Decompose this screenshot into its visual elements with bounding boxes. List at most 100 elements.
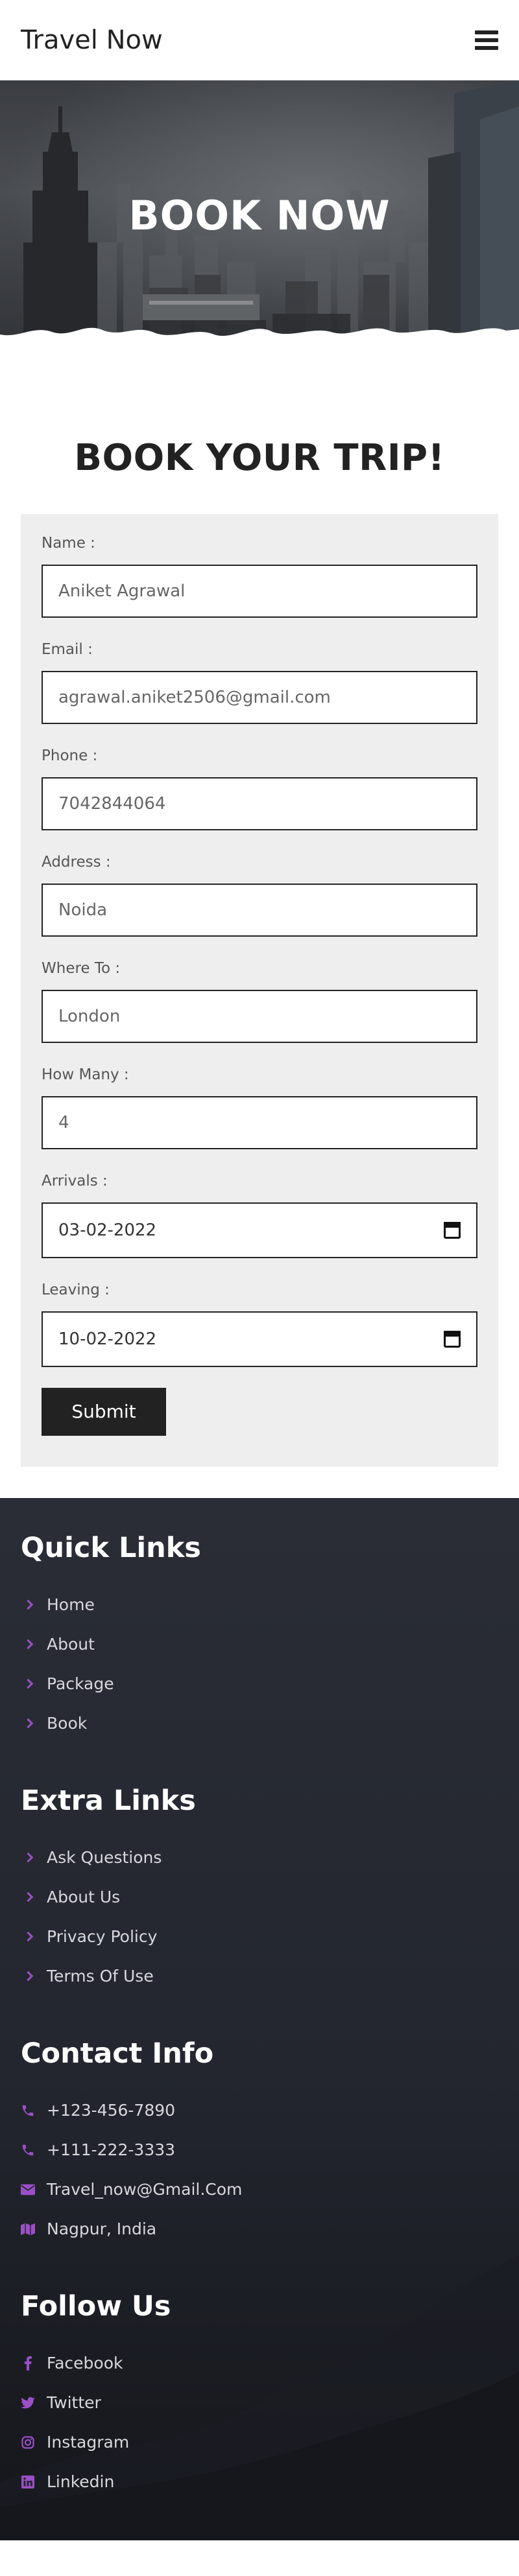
footer-link-label: Home bbox=[47, 1595, 95, 1614]
chevron-right-icon bbox=[21, 1931, 35, 1942]
extra-links-column: Extra Links Ask Questions About Us Priva… bbox=[21, 1785, 498, 1996]
address-field-group: Address : Noida bbox=[42, 854, 477, 937]
phone-value: 7042844064 bbox=[58, 794, 166, 814]
linkedin-icon bbox=[21, 2475, 35, 2488]
footer-link-book[interactable]: Book bbox=[21, 1704, 498, 1743]
leaving-date-input[interactable]: 10-02-2022 bbox=[42, 1311, 477, 1367]
site-header: Travel Now bbox=[0, 0, 519, 80]
footer-link-terms[interactable]: Terms Of Use bbox=[21, 1956, 498, 1996]
arrival-label: Arrivals : bbox=[42, 1173, 108, 1189]
map-icon bbox=[21, 2223, 35, 2236]
email-value: agrawal.aniket2506@gmail.com bbox=[58, 688, 331, 707]
chevron-right-icon bbox=[21, 1639, 35, 1650]
contact-phone-1[interactable]: +123-456-7890 bbox=[21, 2090, 498, 2130]
footer-link-label: Book bbox=[47, 1714, 88, 1733]
leaving-value: 10-02-2022 bbox=[58, 1329, 157, 1349]
destination-input[interactable]: London bbox=[42, 990, 477, 1043]
address-value: Noida bbox=[58, 900, 108, 920]
guests-value: 4 bbox=[58, 1113, 69, 1132]
social-link-instagram[interactable]: Instagram bbox=[21, 2422, 498, 2462]
phone-icon bbox=[21, 2103, 35, 2118]
menu-bar bbox=[475, 30, 498, 34]
menu-bar bbox=[475, 38, 498, 42]
name-value: Aniket Agrawal bbox=[58, 581, 186, 601]
booking-form: Name : Aniket Agrawal Email : agrawal.an… bbox=[21, 514, 498, 1467]
site-logo[interactable]: Travel Now bbox=[21, 25, 163, 55]
submit-button[interactable]: Submit bbox=[42, 1388, 166, 1436]
email-input[interactable]: agrawal.aniket2506@gmail.com bbox=[42, 671, 477, 724]
guests-label: How Many : bbox=[42, 1066, 129, 1083]
footer-link-label: Package bbox=[47, 1674, 114, 1693]
contact-phone-2[interactable]: +111-222-3333 bbox=[21, 2130, 498, 2170]
address-input[interactable]: Noida bbox=[42, 884, 477, 937]
footer-link-label: Terms Of Use bbox=[47, 1967, 154, 1985]
footer-link-package[interactable]: Package bbox=[21, 1664, 498, 1704]
phone-icon bbox=[21, 2143, 35, 2157]
facebook-icon bbox=[21, 2356, 35, 2371]
follow-us-title: Follow Us bbox=[21, 2290, 171, 2323]
chevron-right-icon bbox=[21, 1599, 35, 1610]
twitter-icon bbox=[21, 2396, 35, 2409]
social-link-twitter[interactable]: Twitter bbox=[21, 2383, 498, 2422]
hamburger-icon[interactable] bbox=[475, 30, 498, 50]
contact-text: Travel_now@Gmail.Com bbox=[47, 2180, 243, 2199]
contact-text: +123-456-7890 bbox=[47, 2101, 176, 2120]
address-label: Address : bbox=[42, 854, 111, 871]
footer-link-label: Privacy Policy bbox=[47, 1927, 158, 1946]
guests-field-group: How Many : 4 bbox=[42, 1066, 477, 1149]
social-link-facebook[interactable]: Facebook bbox=[21, 2343, 498, 2383]
name-input[interactable]: Aniket Agrawal bbox=[42, 565, 477, 618]
destination-label: Where To : bbox=[42, 960, 121, 977]
envelope-icon bbox=[21, 2184, 35, 2195]
footer-link-label: About bbox=[47, 1635, 95, 1654]
phone-label: Phone : bbox=[42, 747, 98, 764]
calendar-icon[interactable] bbox=[444, 1331, 461, 1348]
contact-text: +111-222-3333 bbox=[47, 2140, 176, 2159]
name-field-group: Name : Aniket Agrawal bbox=[42, 535, 477, 618]
hero-banner: BOOK NOW bbox=[0, 80, 519, 359]
footer-link-about[interactable]: About bbox=[21, 1624, 498, 1664]
footer-link-label: About Us bbox=[47, 1888, 121, 1906]
phone-field-group: Phone : 7042844064 bbox=[42, 747, 477, 830]
chevron-right-icon bbox=[21, 1852, 35, 1863]
instagram-icon bbox=[21, 2435, 35, 2449]
destination-value: London bbox=[58, 1007, 121, 1026]
arrival-value: 03-02-2022 bbox=[58, 1221, 157, 1240]
calendar-icon[interactable] bbox=[444, 1222, 461, 1239]
name-label: Name : bbox=[42, 535, 95, 552]
chevron-right-icon bbox=[21, 1718, 35, 1729]
social-label: Instagram bbox=[47, 2433, 130, 2452]
social-label: Facebook bbox=[47, 2354, 123, 2372]
email-field-group: Email : agrawal.aniket2506@gmail.com bbox=[42, 641, 477, 724]
social-link-linkedin[interactable]: Linkedin bbox=[21, 2462, 498, 2501]
chevron-right-icon bbox=[21, 1891, 35, 1903]
quick-links-title: Quick Links bbox=[21, 1532, 201, 1564]
destination-field-group: Where To : London bbox=[42, 960, 477, 1043]
footer-link-privacy-policy[interactable]: Privacy Policy bbox=[21, 1917, 498, 1956]
chevron-right-icon bbox=[21, 1971, 35, 1982]
guests-input[interactable]: 4 bbox=[42, 1096, 477, 1149]
quick-links-column: Quick Links Home About Package Book bbox=[21, 1532, 498, 1743]
social-label: Linkedin bbox=[47, 2472, 115, 2491]
leaving-field-group: Leaving : 10-02-2022 bbox=[42, 1282, 477, 1367]
booking-section: BOOK YOUR TRIP! Name : Aniket Agrawal Em… bbox=[0, 359, 519, 1498]
menu-bar bbox=[475, 46, 498, 50]
footer-link-label: Ask Questions bbox=[47, 1848, 162, 1867]
chevron-right-icon bbox=[21, 1678, 35, 1689]
footer-link-ask-questions[interactable]: Ask Questions bbox=[21, 1838, 498, 1877]
hero-title: BOOK NOW bbox=[128, 192, 391, 239]
contact-email[interactable]: Travel_now@Gmail.Com bbox=[21, 2170, 498, 2209]
footer-link-home[interactable]: Home bbox=[21, 1585, 498, 1624]
contact-address[interactable]: Nagpur, India bbox=[21, 2209, 498, 2249]
extra-links-title: Extra Links bbox=[21, 1785, 196, 1817]
email-label: Email : bbox=[42, 641, 93, 658]
phone-input[interactable]: 7042844064 bbox=[42, 777, 477, 830]
follow-us-column: Follow Us Facebook Twitter Instagram Lin… bbox=[21, 2290, 498, 2501]
site-footer: Quick Links Home About Package Book Extr… bbox=[0, 1498, 519, 2540]
footer-link-about-us[interactable]: About Us bbox=[21, 1877, 498, 1917]
leaving-label: Leaving : bbox=[42, 1282, 110, 1298]
contact-text: Nagpur, India bbox=[47, 2219, 157, 2238]
arrival-field-group: Arrivals : 03-02-2022 bbox=[42, 1173, 477, 1258]
social-label: Twitter bbox=[47, 2393, 101, 2412]
arrival-date-input[interactable]: 03-02-2022 bbox=[42, 1202, 477, 1258]
